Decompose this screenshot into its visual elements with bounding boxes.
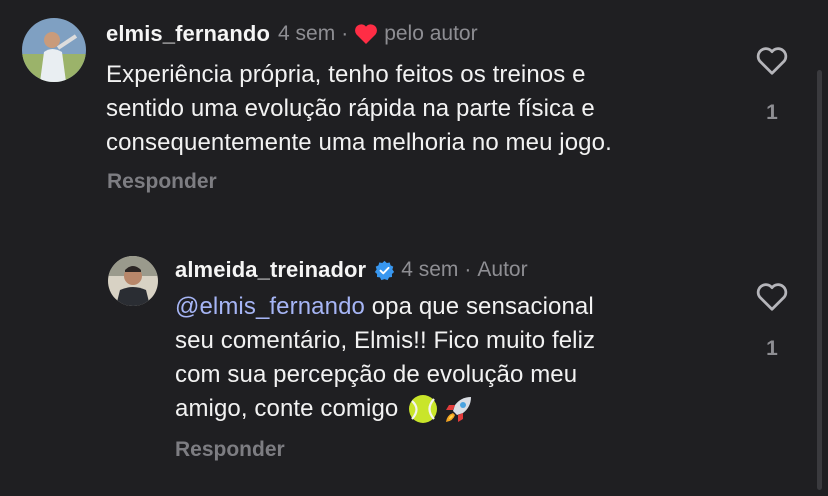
comment-text-line: consequentemente uma melhoria no meu jog… bbox=[106, 129, 612, 156]
comment-text-line: seu comentário, Elmis!! Fico muito feliz bbox=[175, 327, 596, 354]
username[interactable]: almeida_treinador bbox=[175, 257, 366, 283]
avatar[interactable] bbox=[22, 18, 86, 82]
separator: · bbox=[341, 22, 349, 45]
tennis-ball-icon bbox=[407, 393, 439, 425]
comment-text-line: sentido uma evolução rápida na parte fís… bbox=[106, 95, 595, 122]
verified-badge-icon bbox=[374, 260, 395, 281]
scrollbar[interactable] bbox=[817, 70, 822, 490]
timestamp: 4 sem bbox=[278, 22, 336, 45]
username[interactable]: elmis_fernando bbox=[106, 21, 270, 47]
avatar[interactable] bbox=[108, 256, 158, 306]
comment-text: Experiência própria, tenho feitos os tre… bbox=[106, 58, 612, 160]
like-control: 1 bbox=[752, 46, 792, 125]
heart-outline-icon[interactable] bbox=[755, 46, 789, 81]
comment-text: @elmis_fernando opa que sensacional seu … bbox=[175, 290, 595, 426]
liked-by-author-label: pelo autor bbox=[384, 22, 478, 45]
reply-button[interactable]: Responder bbox=[175, 438, 285, 462]
timestamp: 4 sem bbox=[401, 258, 459, 281]
comment-text-segment: amigo, conte comigo bbox=[175, 395, 406, 422]
comment-text-line: com sua percepção de evolução meu bbox=[175, 361, 578, 388]
reply-button[interactable]: Responder bbox=[107, 170, 217, 194]
heart-outline-icon[interactable] bbox=[755, 282, 789, 317]
heart-filled-icon bbox=[354, 23, 378, 45]
mention-link[interactable]: @elmis_fernando bbox=[175, 293, 365, 320]
comment-text-line: amigo, conte comigo bbox=[175, 392, 595, 426]
author-badge: Autor bbox=[477, 258, 528, 281]
comment-header: almeida_treinador 4 sem · Autor bbox=[175, 256, 528, 284]
like-count: 1 bbox=[766, 337, 778, 360]
comment-header: elmis_fernando 4 sem · pelo autor bbox=[106, 20, 478, 48]
comment-text-segment: opa que sensacional bbox=[364, 293, 594, 320]
rocket-icon bbox=[443, 393, 475, 425]
separator: · bbox=[464, 258, 472, 281]
like-count: 1 bbox=[766, 101, 778, 124]
comment-text-line: Experiência própria, tenho feitos os tre… bbox=[106, 61, 586, 88]
comment-text-line: @elmis_fernando opa que sensacional bbox=[175, 290, 595, 324]
like-control: 1 bbox=[752, 282, 792, 361]
